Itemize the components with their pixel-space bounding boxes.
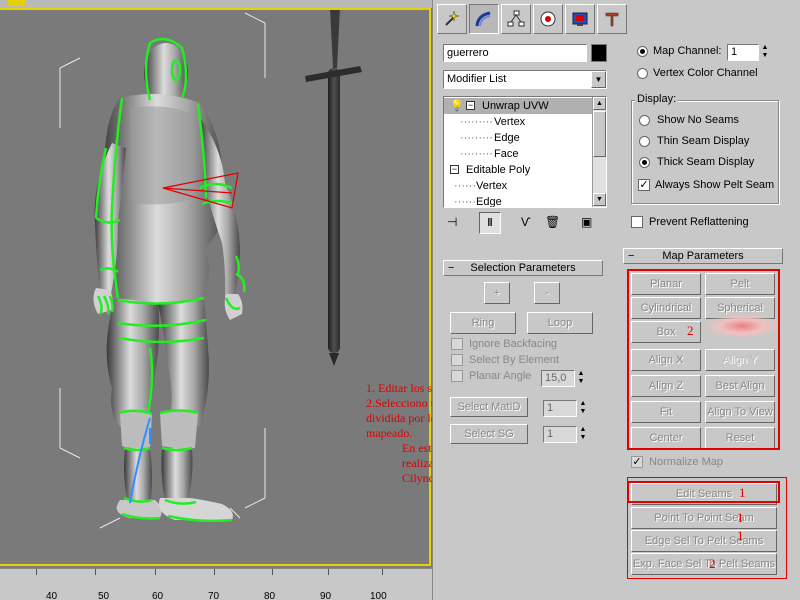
prevent-reflattening-label: Prevent Reflattening	[649, 216, 749, 228]
prevent-reflattening-checkbox[interactable]	[631, 216, 643, 228]
chevron-down-icon[interactable]: ▼	[591, 71, 606, 88]
annotation-number: 1	[739, 485, 746, 500]
display-icon[interactable]	[565, 4, 595, 34]
thin-seam-display-label: Thin Seam Display	[657, 135, 750, 147]
ignore-backfacing-label: Ignore Backfacing	[469, 338, 558, 350]
utilities-icon[interactable]	[597, 4, 627, 34]
annotation-number: 1	[737, 528, 744, 543]
matid-spinner[interactable]: 1 ▲ ▼	[543, 400, 589, 417]
show-no-seams-radio[interactable]	[639, 115, 650, 126]
always-show-pelt-seam-checkbox[interactable]: ✓	[638, 179, 650, 191]
stack-item-label: Face	[494, 148, 519, 160]
stack-toolbar: ⊣ ‖ Ѵ 🗑 ▣	[443, 212, 607, 234]
command-tabs	[437, 4, 627, 34]
thin-seam-display-radio[interactable]	[639, 136, 650, 147]
annotation-number: 2	[709, 556, 716, 571]
vertex-color-channel-label: Vertex Color Channel	[653, 67, 758, 79]
stack-item-label: Edge	[476, 196, 502, 208]
grow-selection-button[interactable]: +	[484, 282, 510, 304]
scroll-down-icon[interactable]: ▼	[593, 193, 606, 206]
display-group-label: Display:	[635, 93, 679, 105]
select-by-element-checkbox[interactable]	[451, 354, 463, 366]
loop-button[interactable]: Loop	[527, 312, 593, 334]
make-unique-icon[interactable]: Ѵ	[521, 215, 531, 229]
ruler-label: 70	[208, 591, 220, 600]
viewport-label-bar	[0, 0, 432, 8]
selection-parameters-rollout[interactable]: − Selection Parameters	[443, 260, 603, 276]
ring-button[interactable]: Ring	[450, 312, 516, 334]
select-by-element-label: Select By Element	[469, 354, 559, 366]
motion-icon[interactable]	[533, 4, 563, 34]
normalize-map-label: Normalize Map	[649, 456, 723, 468]
ruler-label: 90	[320, 591, 332, 600]
normalize-map-checkbox[interactable]: ✓	[631, 456, 643, 468]
stack-scrollbar[interactable]: ▲ ▼	[592, 97, 606, 207]
stack-item-label: Edge	[494, 132, 520, 144]
modifier-list-dropdown[interactable]: Modifier List ▼	[443, 70, 607, 89]
show-no-seams-label: Show No Seams	[657, 114, 739, 126]
select-matid-button[interactable]: Select MatID	[450, 397, 528, 417]
planar-angle-checkbox[interactable]	[451, 370, 463, 382]
planar-angle-label: Planar Angle	[469, 370, 532, 382]
ruler-label: 80	[264, 591, 276, 600]
always-show-pelt-seam-label: Always Show Pelt Seam	[655, 179, 775, 191]
stack-item-label: Unwrap UVW	[482, 100, 549, 112]
rollout-title: Map Parameters	[662, 250, 744, 262]
rollout-title: Selection Parameters	[470, 262, 576, 274]
stack-item-edge[interactable]: ········· Edge	[444, 130, 594, 146]
viewport-label[interactable]	[8, 0, 26, 6]
ignore-backfacing-checkbox[interactable]	[451, 338, 463, 350]
collapse-icon[interactable]: −	[466, 101, 475, 110]
stack-item-label: Vertex	[494, 116, 526, 128]
thick-seam-display-radio[interactable]	[639, 157, 650, 168]
modifier-list-label: Modifier List	[447, 73, 507, 85]
shrink-selection-button[interactable]: -	[534, 282, 560, 304]
stack-item-face[interactable]: ········· Face	[444, 146, 594, 162]
perspective-viewport[interactable]: 1. Editar los seams(ahora se ven en verd…	[0, 0, 616, 600]
stack-item-label: Editable Poly	[466, 164, 531, 176]
ruler-label: 100	[370, 591, 387, 600]
lightbulb-icon[interactable]: 💡	[450, 98, 464, 114]
stack-item-label: Vertex	[476, 180, 508, 192]
show-end-result-icon[interactable]: ‖	[479, 212, 501, 234]
pin-stack-icon[interactable]: ⊣	[447, 215, 457, 229]
object-color-swatch[interactable]	[591, 44, 607, 62]
annotation-box-seam-tools	[627, 477, 787, 579]
map-parameters-rollout[interactable]: − Map Parameters	[623, 248, 783, 264]
sg-spinner[interactable]: 1 ▲ ▼	[543, 426, 589, 443]
collapse-icon[interactable]: −	[450, 165, 459, 174]
thick-seam-display-label: Thick Seam Display	[657, 156, 755, 168]
stack-item-vertex[interactable]: ········· Vertex	[444, 114, 594, 130]
hierarchy-icon[interactable]	[501, 4, 531, 34]
ruler-label: 50	[98, 591, 110, 600]
stack-item-editable-poly[interactable]: − Editable Poly	[444, 162, 594, 178]
map-channel-label: Map Channel:	[653, 45, 722, 57]
modify-icon[interactable]	[469, 4, 499, 34]
stack-item-edge[interactable]: ······ Edge	[444, 194, 594, 208]
vertex-color-channel-radio[interactable]	[637, 68, 648, 79]
annotation-box-map-buttons	[627, 269, 780, 450]
object-name-field[interactable]: guerrero	[443, 44, 587, 62]
planar-angle-spinner[interactable]: 15,0 ▲ ▼	[541, 370, 587, 387]
ruler-label: 60	[152, 591, 164, 600]
command-panel: guerrero Modifier List ▼ 💡 − Unwrap UVW …	[432, 0, 800, 600]
map-channel-radio[interactable]	[637, 46, 648, 57]
scroll-up-icon[interactable]: ▲	[593, 97, 606, 110]
modifier-stack[interactable]: 💡 − Unwrap UVW ········· Vertex ·········…	[443, 96, 607, 208]
annotation-number: 1	[737, 510, 744, 525]
remove-modifier-icon[interactable]: 🗑	[545, 215, 560, 229]
ruler-label: 40	[46, 591, 58, 600]
annotation-number: 2	[687, 323, 694, 338]
map-channel-spinner[interactable]: 1 ▲ ▼	[727, 44, 771, 61]
stack-item-vertex[interactable]: ······ Vertex	[444, 178, 594, 194]
configure-sets-icon[interactable]: ▣	[581, 215, 592, 229]
stack-item-unwrap-uvw[interactable]: 💡 − Unwrap UVW	[444, 98, 594, 114]
select-sg-button[interactable]: Select SG	[450, 424, 528, 444]
time-ruler[interactable]: 40 50 60 70 80 90 100	[0, 568, 432, 600]
scroll-thumb[interactable]	[593, 111, 606, 157]
create-icon[interactable]	[437, 4, 467, 34]
